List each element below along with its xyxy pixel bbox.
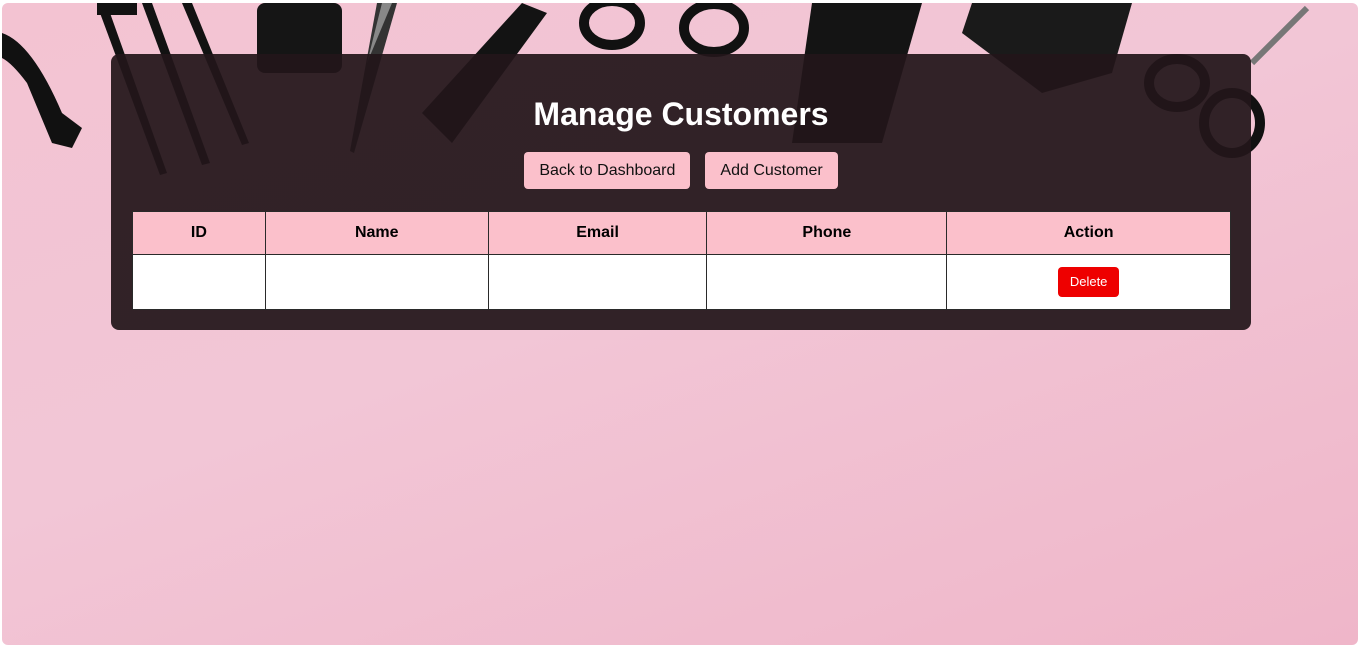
customers-table: ID Name Email Phone Action Delete (132, 211, 1231, 310)
column-header-action: Action (946, 211, 1231, 255)
table-header-row: ID Name Email Phone Action (132, 211, 1231, 255)
cell-phone (706, 254, 948, 310)
cell-email (487, 254, 708, 310)
customers-panel: Manage Customers Back to Dashboard Add C… (111, 54, 1251, 330)
column-header-name: Name (264, 211, 489, 255)
cell-action: Delete (946, 254, 1231, 310)
column-header-id: ID (132, 211, 266, 255)
back-to-dashboard-button[interactable]: Back to Dashboard (524, 152, 691, 189)
toolbar: Back to Dashboard Add Customer (111, 152, 1251, 189)
page-background: Manage Customers Back to Dashboard Add C… (2, 3, 1358, 645)
column-header-email: Email (487, 211, 708, 255)
scissors-icon (579, 3, 749, 57)
hair-clip-icon (2, 33, 82, 148)
delete-button[interactable]: Delete (1057, 267, 1120, 297)
cell-id (132, 254, 266, 310)
cell-name (264, 254, 489, 310)
column-header-phone: Phone (706, 211, 948, 255)
table-row: Delete (132, 254, 1231, 310)
add-customer-button[interactable]: Add Customer (705, 152, 838, 189)
page-title: Manage Customers (533, 96, 829, 132)
